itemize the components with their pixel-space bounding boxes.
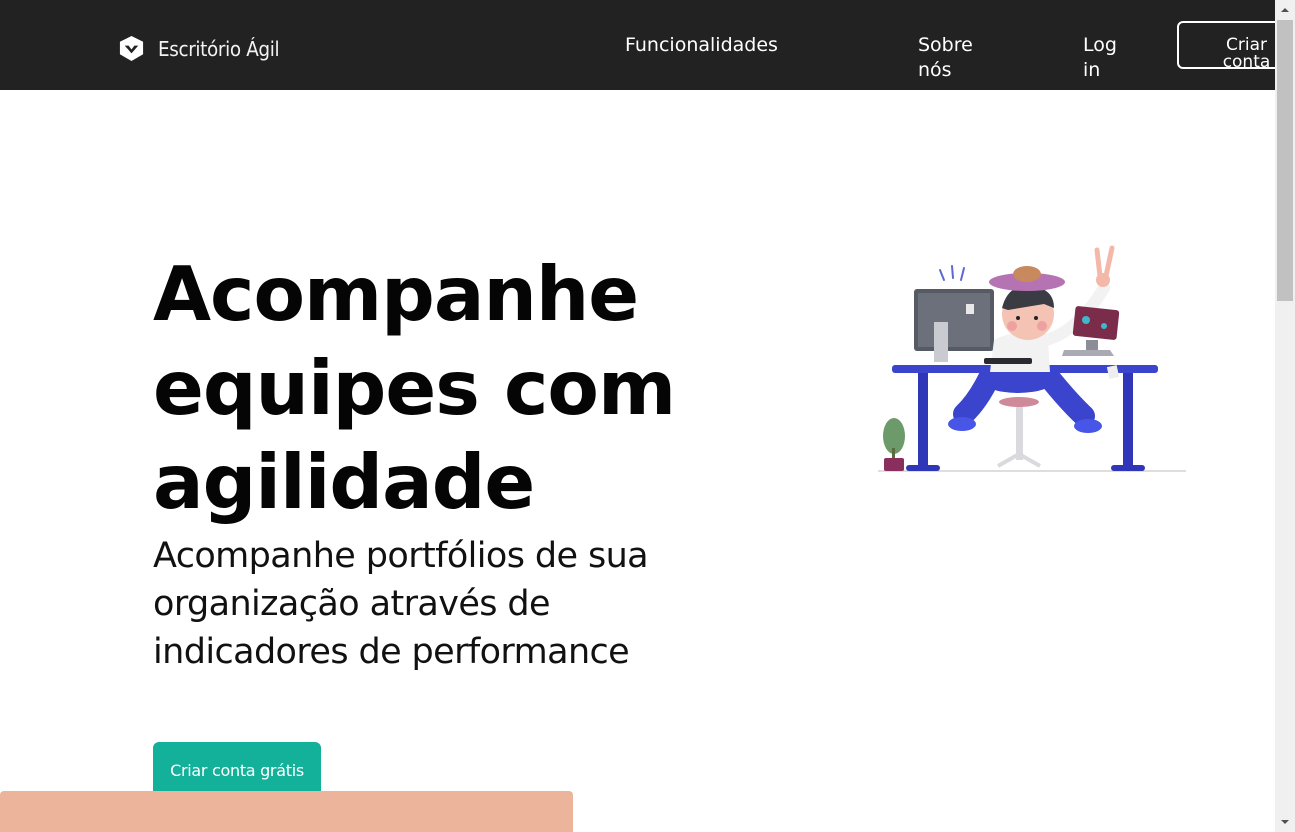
arrow-up-icon[interactable] (1275, 0, 1295, 20)
brand-logo-icon (119, 35, 144, 62)
nav-link-sobre-nos[interactable]: Sobre nós (918, 33, 978, 83)
arrow-down-icon[interactable] (1275, 812, 1295, 832)
scrollbar[interactable] (1275, 0, 1295, 832)
cookie-banner (0, 791, 573, 832)
nav-link-funcionalidades[interactable]: Funcionalidades (625, 33, 778, 58)
create-account-button[interactable]: Criar conta (1177, 21, 1287, 69)
hero-subtitle: Acompanhe portfólios de sua organização … (153, 536, 649, 672)
site-header: Escritório Ágil Funcionalidades Sobre nó… (0, 0, 1287, 90)
scrollbar-thumb[interactable] (1277, 20, 1293, 301)
hero-title: Acompanhe equipes com agilidade (153, 250, 676, 526)
brand[interactable]: Escritório Ágil (118, 35, 290, 62)
person-at-desk-illustration (878, 245, 1186, 472)
plant-icon (883, 418, 905, 471)
brand-name: Escritório Ágil (158, 36, 280, 61)
nav-link-login[interactable]: Log in (1083, 33, 1123, 83)
